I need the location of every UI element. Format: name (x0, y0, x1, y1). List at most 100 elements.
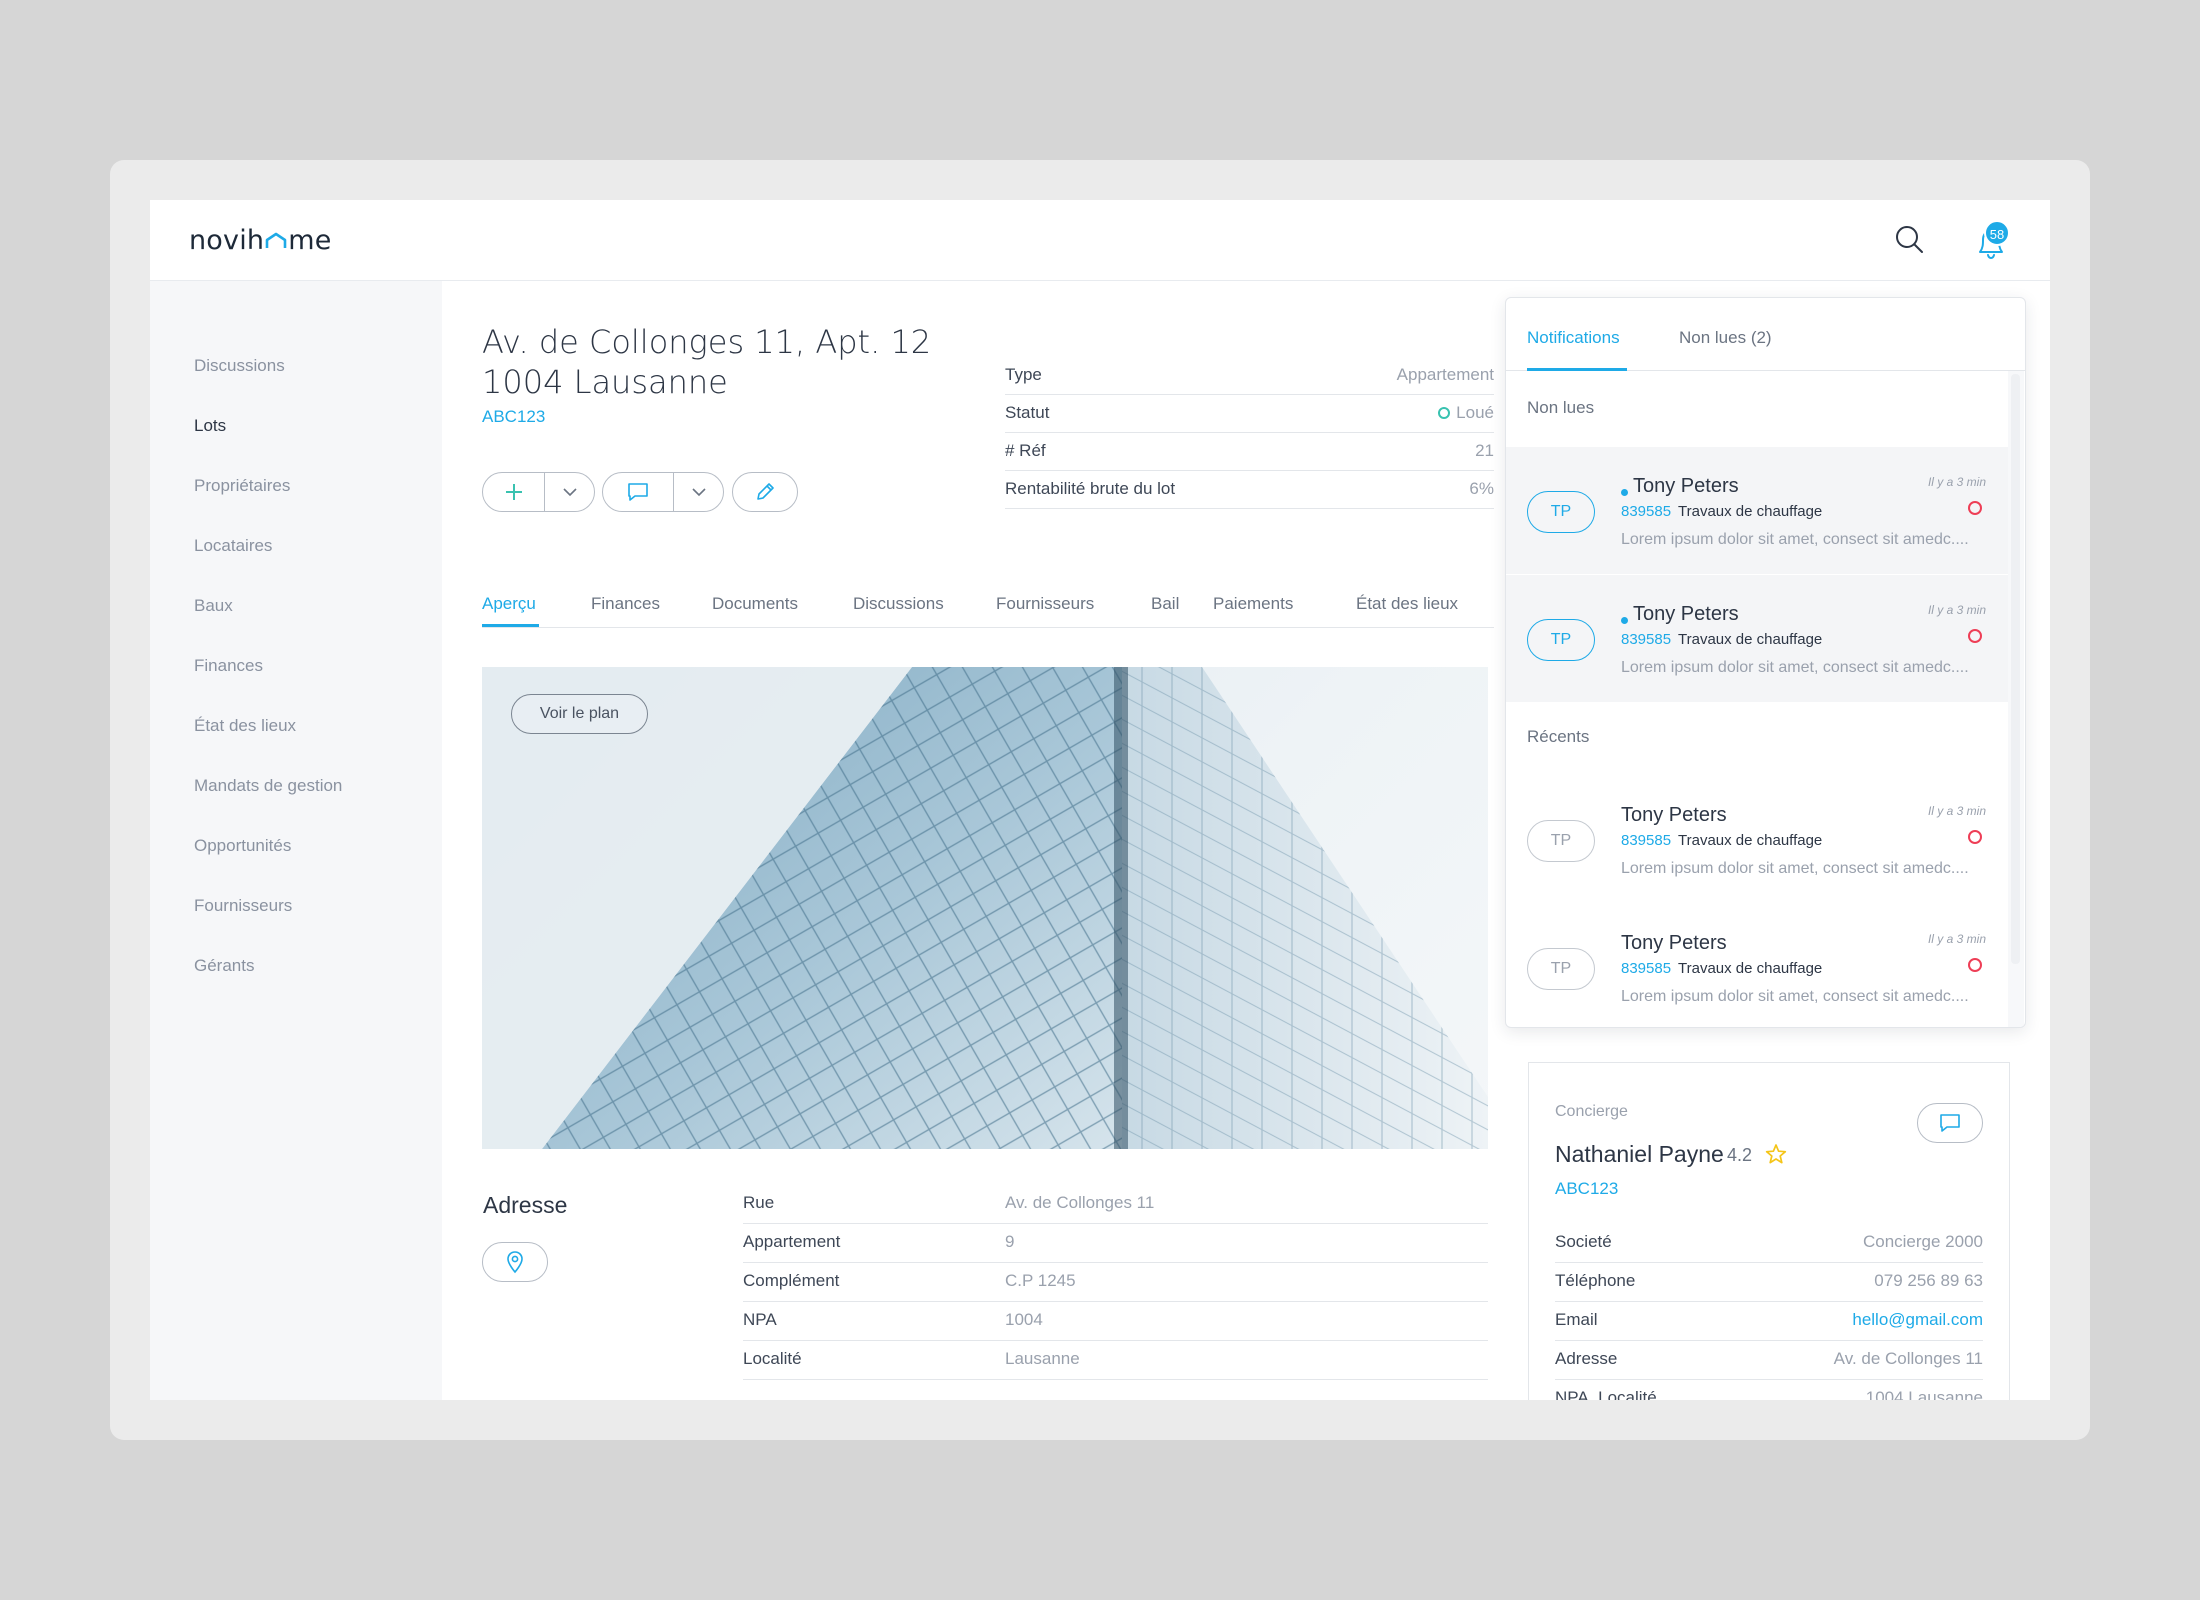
chevron-down-icon (692, 487, 706, 496)
avatar: TP (1527, 820, 1595, 862)
mark-read-toggle[interactable] (1968, 958, 1982, 972)
notification-item[interactable]: TP Tony Peters 839585 Travaux de chauffa… (1506, 447, 2008, 574)
address-value: Av. de Collonges 11 (1005, 1193, 1155, 1212)
contact-key: Téléphone (1555, 1271, 1636, 1290)
scrollbar[interactable] (2011, 374, 2020, 964)
address-value: C.P 1245 (1005, 1271, 1076, 1290)
property-photo: Voir le plan (482, 667, 1488, 1149)
tab-etat-des-lieux[interactable]: État des lieux (1356, 594, 1458, 614)
contact-row-adresse: Adresse Av. de Collonges 11 (1555, 1341, 1983, 1380)
page-title-line2: 1004 Lausanne (482, 363, 728, 401)
info-value: Appartement (1396, 365, 1494, 384)
message-dropdown-button[interactable] (674, 473, 723, 511)
view-plan-button[interactable]: Voir le plan (511, 694, 648, 734)
unread-dot-icon (1621, 617, 1628, 624)
address-row-localite: Localité Lausanne (743, 1341, 1488, 1380)
tab-paiements[interactable]: Paiements (1213, 594, 1293, 614)
notification-sender: Tony Peters (1621, 804, 1727, 826)
notification-item[interactable]: TP Tony Peters 839585 Travaux de chauffa… (1506, 904, 2008, 1027)
logo[interactable]: novih me (189, 225, 332, 256)
notification-item[interactable]: TP Tony Peters 839585 Travaux de chauffa… (1506, 575, 2008, 702)
notification-subject: Travaux de chauffage (1678, 503, 1823, 520)
mark-read-toggle[interactable] (1968, 830, 1982, 844)
notification-count-badge: 58 (1984, 220, 2010, 246)
tab-discussions[interactable]: Discussions (853, 594, 944, 614)
edit-button[interactable] (732, 472, 798, 512)
lot-ref-link[interactable]: ABC123 (482, 407, 545, 427)
contact-key: NPA, Localité (1555, 1388, 1657, 1400)
tab-bail[interactable]: Bail (1151, 594, 1179, 614)
plus-icon (505, 484, 522, 500)
sidebar-item-etat-des-lieux[interactable]: État des lieux (194, 716, 296, 736)
notification-sender: Tony Peters (1633, 603, 1739, 625)
avatar: TP (1527, 948, 1595, 990)
info-row-rentabilite: Rentabilité brute du lot 6% (1005, 471, 1494, 509)
contact-row-societe: Societé Concierge 2000 (1555, 1224, 1983, 1263)
info-value: 21 (1475, 441, 1494, 460)
notification-time: Il y a 3 min (1927, 475, 1986, 489)
search-button[interactable] (1894, 224, 1926, 256)
chevron-down-icon (563, 487, 577, 496)
address-key: Complément (743, 1271, 840, 1290)
top-bar: novih me 58 (150, 200, 2050, 281)
tab-notifications[interactable]: Notifications (1527, 328, 1620, 348)
info-value: Loué (1438, 403, 1494, 423)
notification-item[interactable]: TP Tony Peters 839585 Travaux de chauffa… (1506, 776, 2008, 903)
notification-code: 839585 (1621, 832, 1672, 849)
sidebar-item-fournisseurs[interactable]: Fournisseurs (194, 896, 292, 916)
add-button[interactable] (483, 473, 544, 511)
address-value: Lausanne (1005, 1349, 1080, 1368)
sidebar-item-opportunites[interactable]: Opportunités (194, 836, 291, 856)
logo-text-end: me (288, 225, 332, 256)
app-window: novih me 58 Discussions Lots Propriétaire… (150, 200, 2050, 1400)
tab-bar: Aperçu Finances Documents Discussions Fo… (482, 580, 1494, 628)
contact-message-button[interactable] (1917, 1103, 1983, 1143)
tab-documents[interactable]: Documents (712, 594, 798, 614)
info-key: # Réf (1005, 441, 1046, 460)
contact-email-link[interactable]: hello@gmail.com (1852, 1310, 1983, 1330)
tab-finances[interactable]: Finances (591, 594, 660, 614)
pencil-icon (757, 483, 774, 500)
contact-role: Concierge (1555, 1103, 1628, 1120)
add-action-group (482, 472, 595, 512)
tab-non-lues[interactable]: Non lues (2) (1679, 328, 1772, 348)
logo-text: novih (189, 225, 265, 256)
sidebar-item-baux[interactable]: Baux (194, 596, 233, 616)
tab-apercu[interactable]: Aperçu (482, 594, 536, 614)
page-title-line1: Av. de Collonges 11, Apt. 12 (482, 323, 932, 361)
mark-read-toggle[interactable] (1968, 501, 1982, 515)
sidebar-item-finances[interactable]: Finances (194, 656, 263, 676)
sidebar-item-discussions[interactable]: Discussions (194, 356, 285, 376)
message-action-group (602, 472, 724, 512)
home-icon (265, 230, 287, 249)
notifications-panel: Notifications Non lues (2) Non lues TP T… (1505, 297, 2026, 1028)
contact-key: Email (1555, 1310, 1598, 1329)
sidebar-item-locataires[interactable]: Locataires (194, 536, 272, 556)
building-illustration (482, 667, 1488, 1149)
sidebar-item-proprietaires[interactable]: Propriétaires (194, 476, 290, 496)
tab-fournisseurs[interactable]: Fournisseurs (996, 594, 1094, 614)
address-value: 9 (1005, 1232, 1015, 1251)
address-row-appartement: Appartement 9 (743, 1224, 1488, 1263)
map-location-button[interactable] (482, 1242, 548, 1282)
sidebar-item-lots[interactable]: Lots (194, 416, 226, 436)
info-row-type: Type Appartement (1005, 357, 1494, 395)
contact-value: Concierge 2000 (1862, 1232, 1983, 1251)
sidebar-item-gerants[interactable]: Gérants (194, 956, 254, 976)
chat-icon (1940, 1114, 1960, 1132)
info-key: Rentabilité brute du lot (1005, 479, 1176, 498)
mark-read-toggle[interactable] (1968, 629, 1982, 643)
contact-ref-link[interactable]: ABC123 (1555, 1179, 1618, 1199)
message-button[interactable] (603, 473, 673, 511)
sidebar-item-mandats-de-gestion[interactable]: Mandats de gestion (194, 776, 342, 796)
notification-code: 839585 (1621, 960, 1672, 977)
contact-value: Av. de Collonges 11 (1833, 1349, 1983, 1368)
contact-row-npa-localite: NPA, Localité 1004 Lausanne (1555, 1380, 1983, 1400)
sidebar: Discussions Lots Propriétaires Locataire… (150, 281, 442, 1400)
search-icon (1896, 226, 1923, 253)
address-row-complement: Complément C.P 1245 (743, 1263, 1488, 1302)
address-value: 1004 (1005, 1310, 1043, 1329)
add-dropdown-button[interactable] (545, 473, 594, 511)
info-row-statut: Statut Loué (1005, 395, 1494, 433)
notification-body: Lorem ipsum dolor sit amet, consect sit … (1621, 531, 1969, 548)
